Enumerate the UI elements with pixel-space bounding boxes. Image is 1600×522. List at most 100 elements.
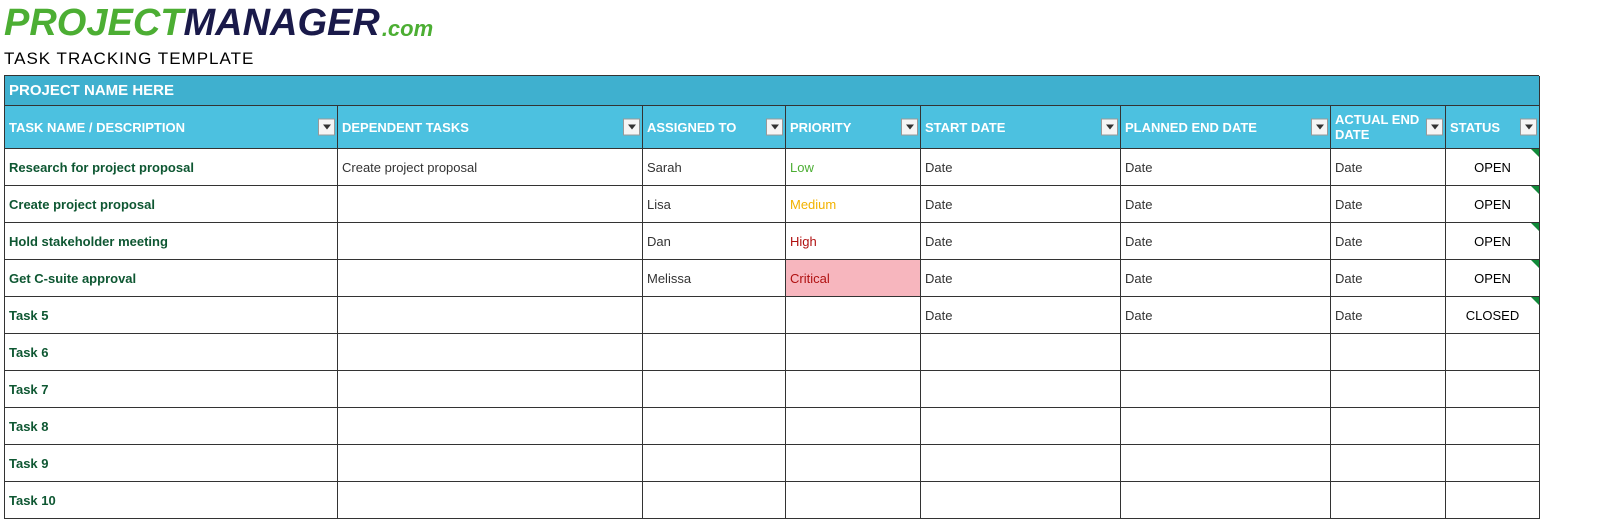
task-name-cell[interactable]: Hold stakeholder meeting	[5, 223, 338, 260]
status-cell[interactable]	[1446, 371, 1540, 408]
dependent-tasks-cell[interactable]	[338, 482, 643, 519]
actual-end-date-cell[interactable]	[1331, 482, 1446, 519]
priority-cell[interactable]: Critical	[786, 260, 921, 297]
column-header[interactable]: PLANNED END DATE	[1121, 106, 1331, 149]
actual-end-date-cell[interactable]	[1331, 334, 1446, 371]
status-cell[interactable]: OPEN	[1446, 260, 1540, 297]
dependent-tasks-cell[interactable]	[338, 371, 643, 408]
start-date-cell[interactable]: Date	[921, 260, 1121, 297]
filter-dropdown-icon[interactable]	[1311, 119, 1328, 136]
planned-end-date-cell[interactable]	[1121, 482, 1331, 519]
status-cell[interactable]	[1446, 334, 1540, 371]
assigned-to-cell[interactable]: Melissa	[643, 260, 786, 297]
planned-end-date-cell[interactable]: Date	[1121, 149, 1331, 186]
dependent-tasks-cell[interactable]	[338, 297, 643, 334]
planned-end-date-cell[interactable]	[1121, 371, 1331, 408]
column-header[interactable]: STATUS	[1446, 106, 1540, 149]
start-date-cell[interactable]	[921, 371, 1121, 408]
filter-dropdown-icon[interactable]	[623, 119, 640, 136]
task-name-cell[interactable]: Create project proposal	[5, 186, 338, 223]
column-header[interactable]: DEPENDENT TASKS	[338, 106, 643, 149]
start-date-cell[interactable]: Date	[921, 149, 1121, 186]
start-date-cell[interactable]	[921, 445, 1121, 482]
filter-dropdown-icon[interactable]	[318, 119, 335, 136]
priority-cell[interactable]	[786, 297, 921, 334]
status-cell[interactable]: OPEN	[1446, 149, 1540, 186]
dependent-tasks-cell[interactable]: Create project proposal	[338, 149, 643, 186]
start-date-cell[interactable]	[921, 482, 1121, 519]
brand-logo: PROJECT MANAGER .com	[4, 4, 1600, 46]
column-header[interactable]: ACTUAL END DATE	[1331, 106, 1446, 149]
assigned-to-cell[interactable]	[643, 371, 786, 408]
status-cell[interactable]: OPEN	[1446, 186, 1540, 223]
column-header[interactable]: START DATE	[921, 106, 1121, 149]
planned-end-date-cell[interactable]: Date	[1121, 297, 1331, 334]
task-name-cell[interactable]: Task 6	[5, 334, 338, 371]
priority-cell[interactable]	[786, 371, 921, 408]
priority-cell[interactable]	[786, 445, 921, 482]
start-date-cell[interactable]: Date	[921, 223, 1121, 260]
task-name-cell[interactable]: Research for project proposal	[5, 149, 338, 186]
start-date-cell[interactable]: Date	[921, 186, 1121, 223]
actual-end-date-cell[interactable]	[1331, 371, 1446, 408]
assigned-to-cell[interactable]: Dan	[643, 223, 786, 260]
filter-dropdown-icon[interactable]	[1426, 119, 1443, 136]
planned-end-date-cell[interactable]	[1121, 334, 1331, 371]
actual-end-date-cell[interactable]: Date	[1331, 260, 1446, 297]
actual-end-date-cell[interactable]	[1331, 408, 1446, 445]
priority-cell[interactable]	[786, 334, 921, 371]
planned-end-date-cell[interactable]	[1121, 445, 1331, 482]
planned-end-date-cell[interactable]: Date	[1121, 223, 1331, 260]
dependent-tasks-cell[interactable]	[338, 186, 643, 223]
task-name-cell[interactable]: Get C-suite approval	[5, 260, 338, 297]
task-name-cell[interactable]: Task 10	[5, 482, 338, 519]
filter-dropdown-icon[interactable]	[1520, 119, 1537, 136]
status-cell[interactable]	[1446, 482, 1540, 519]
dependent-tasks-cell[interactable]	[338, 260, 643, 297]
priority-cell[interactable]	[786, 482, 921, 519]
assigned-to-cell[interactable]	[643, 408, 786, 445]
logo-part-3: .com	[382, 18, 433, 42]
dependent-tasks-cell[interactable]	[338, 408, 643, 445]
assigned-to-cell[interactable]: Lisa	[643, 186, 786, 223]
planned-end-date-cell[interactable]: Date	[1121, 186, 1331, 223]
start-date-cell[interactable]	[921, 408, 1121, 445]
start-date-cell[interactable]: Date	[921, 297, 1121, 334]
status-cell[interactable]: OPEN	[1446, 223, 1540, 260]
filter-dropdown-icon[interactable]	[766, 119, 783, 136]
status-cell[interactable]	[1446, 408, 1540, 445]
assigned-to-cell[interactable]	[643, 297, 786, 334]
column-header[interactable]: ASSIGNED TO	[643, 106, 786, 149]
assigned-to-cell[interactable]	[643, 334, 786, 371]
column-header-label: START DATE	[925, 120, 1005, 135]
project-name-header[interactable]: PROJECT NAME HERE	[5, 76, 1540, 106]
column-header[interactable]: PRIORITY	[786, 106, 921, 149]
filter-dropdown-icon[interactable]	[901, 119, 918, 136]
task-name-cell[interactable]: Task 8	[5, 408, 338, 445]
actual-end-date-cell[interactable]: Date	[1331, 297, 1446, 334]
actual-end-date-cell[interactable]	[1331, 445, 1446, 482]
status-cell[interactable]	[1446, 445, 1540, 482]
start-date-cell[interactable]	[921, 334, 1121, 371]
priority-cell[interactable]: Medium	[786, 186, 921, 223]
status-cell[interactable]: CLOSED	[1446, 297, 1540, 334]
dependent-tasks-cell[interactable]	[338, 445, 643, 482]
planned-end-date-cell[interactable]: Date	[1121, 260, 1331, 297]
priority-cell[interactable]: Low	[786, 149, 921, 186]
priority-cell[interactable]	[786, 408, 921, 445]
task-name-cell[interactable]: Task 5	[5, 297, 338, 334]
actual-end-date-cell[interactable]: Date	[1331, 186, 1446, 223]
priority-cell[interactable]: High	[786, 223, 921, 260]
assigned-to-cell[interactable]	[643, 482, 786, 519]
task-name-cell[interactable]: Task 9	[5, 445, 338, 482]
planned-end-date-cell[interactable]	[1121, 408, 1331, 445]
assigned-to-cell[interactable]	[643, 445, 786, 482]
actual-end-date-cell[interactable]: Date	[1331, 223, 1446, 260]
actual-end-date-cell[interactable]: Date	[1331, 149, 1446, 186]
dependent-tasks-cell[interactable]	[338, 223, 643, 260]
task-name-cell[interactable]: Task 7	[5, 371, 338, 408]
assigned-to-cell[interactable]: Sarah	[643, 149, 786, 186]
dependent-tasks-cell[interactable]	[338, 334, 643, 371]
column-header[interactable]: TASK NAME / DESCRIPTION	[5, 106, 338, 149]
filter-dropdown-icon[interactable]	[1101, 119, 1118, 136]
